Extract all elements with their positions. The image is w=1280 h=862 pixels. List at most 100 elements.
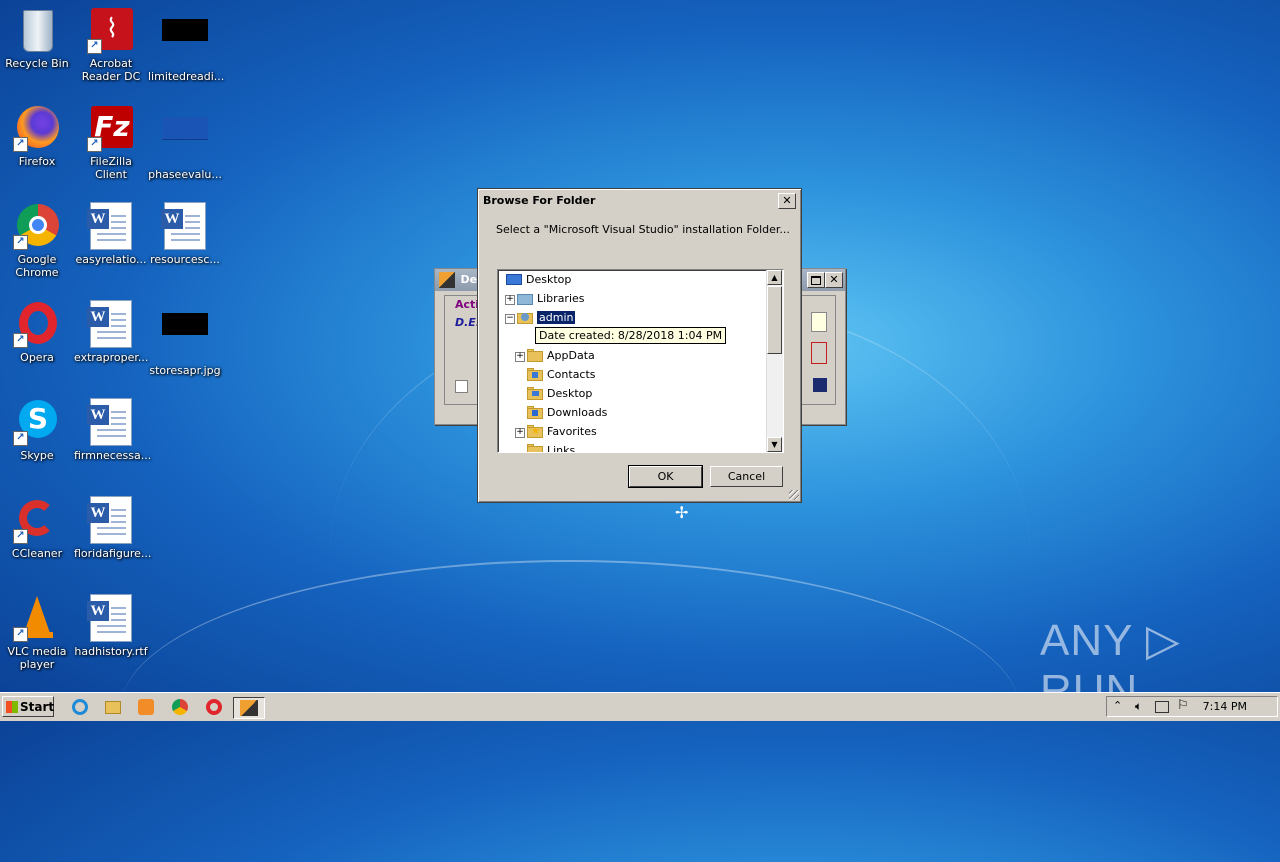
- maximize-button[interactable]: [807, 272, 825, 288]
- network-icon[interactable]: [1155, 701, 1169, 713]
- desktop-icon-label: Firefox: [18, 155, 56, 168]
- tree-item-admin[interactable]: admin: [517, 308, 576, 327]
- desktop-icon-acrobat[interactable]: ⌇ ↗ Acrobat Reader DC: [74, 6, 148, 83]
- word-document-icon: W: [87, 398, 135, 446]
- desktop-icon-word-doc[interactable]: W firmnecessa...: [74, 398, 152, 462]
- tree-scrollbar[interactable]: ▲ ▼: [766, 270, 783, 452]
- button[interactable]: [811, 342, 827, 364]
- folder-icon: [527, 349, 543, 362]
- word-document-icon: W: [87, 300, 135, 348]
- tree-item-user-desktop[interactable]: Desktop: [527, 384, 592, 403]
- close-icon[interactable]: ✕: [825, 272, 843, 288]
- tab-label[interactable]: Acti: [455, 298, 479, 311]
- tree-item-label: Favorites: [547, 425, 597, 438]
- desktop-icon-label: Recycle Bin: [5, 57, 69, 70]
- volume-icon[interactable]: 🔈︎: [1135, 699, 1142, 714]
- desktop-icon-label: FileZilla Client: [90, 155, 132, 181]
- running-app-button[interactable]: [233, 697, 265, 719]
- desktop-icon: [506, 274, 522, 286]
- desktop-icon-label: CCleaner: [11, 547, 63, 560]
- tree-item-links[interactable]: Links: [527, 441, 576, 453]
- desktop-icon-word-doc[interactable]: W resourcesc...: [148, 202, 222, 266]
- desktop-icon-google-chrome[interactable]: ↗ Google Chrome: [0, 202, 74, 279]
- ie-icon[interactable]: [70, 697, 90, 717]
- word-document-icon: W: [87, 496, 135, 544]
- desktop-icon-opera[interactable]: ↗ Opera: [0, 300, 74, 364]
- tree-item-appdata[interactable]: AppData: [527, 346, 595, 365]
- desktop-icon-word-doc[interactable]: W easyrelatio...: [74, 202, 148, 266]
- taskbar: Start ⌃ 🔈︎ ⚐ 7:14 PM: [0, 692, 1280, 721]
- desktop-icon-storesapr[interactable]: storesapr.jpg: [148, 300, 222, 377]
- show-hidden-icons-icon[interactable]: ⌃: [1113, 699, 1122, 712]
- expand-icon[interactable]: +: [505, 295, 515, 305]
- media-player-icon[interactable]: [136, 697, 156, 717]
- scroll-up-icon[interactable]: ▲: [767, 270, 782, 285]
- folder-icon: [527, 444, 543, 452]
- desktop-icon-word-doc[interactable]: W floridafigure...: [74, 496, 152, 560]
- desktop-icon-recycle-bin[interactable]: Recycle Bin: [0, 6, 74, 70]
- explorer-icon[interactable]: [103, 697, 123, 717]
- desktop-icon-phaseevalu[interactable]: phaseevalu...: [148, 104, 222, 181]
- desktop-icon-skype[interactable]: S ↗ Skype: [0, 398, 74, 462]
- text-field[interactable]: [811, 312, 827, 332]
- contacts-folder-icon: [527, 368, 543, 381]
- desktop-icon-word-doc[interactable]: W hadhistory.rtf: [74, 594, 148, 658]
- cancel-button[interactable]: Cancel: [710, 466, 783, 487]
- desktop-icon-vlc[interactable]: ↗ VLC media player: [0, 594, 74, 671]
- desktop-icon-label: Opera: [20, 351, 54, 364]
- resize-grip-icon[interactable]: [789, 490, 799, 500]
- desktop-icon-firefox[interactable]: ↗ Firefox: [0, 104, 74, 168]
- desktop-icon-label: floridafigure...: [74, 547, 152, 560]
- action-center-flag-icon[interactable]: ⚐: [1177, 698, 1189, 713]
- tree-item-contacts[interactable]: Contacts: [527, 365, 596, 384]
- expand-icon[interactable]: +: [515, 428, 525, 438]
- libraries-icon: [517, 293, 533, 305]
- desktop-icon-filezilla[interactable]: Fz ↗ FileZilla Client: [74, 104, 148, 181]
- tree-item-label: Contacts: [547, 368, 596, 381]
- desktop-icon-label: storesapr.jpg: [149, 364, 221, 377]
- desktop-icon-label: resourcesc...: [150, 253, 220, 266]
- desktop-icon-ccleaner[interactable]: ↗ CCleaner: [0, 496, 74, 560]
- start-label: Start: [20, 700, 55, 714]
- desktop-icon-label: Skype: [20, 449, 54, 462]
- desktop-icon-label: firmnecessa...: [74, 449, 152, 462]
- tree-item-favorites[interactable]: ★ Favorites: [527, 422, 597, 441]
- scroll-down-icon[interactable]: ▼: [767, 437, 782, 452]
- windows-logo-icon: [6, 701, 18, 713]
- collapse-icon[interactable]: −: [505, 314, 515, 324]
- scroll-thumb[interactable]: [767, 286, 782, 354]
- desktop-icon-label: easyrelatio...: [75, 253, 147, 266]
- clock[interactable]: 7:14 PM: [1203, 697, 1247, 716]
- folder-tree[interactable]: Desktop + Libraries − admin + AppData Co…: [497, 269, 784, 453]
- tree-item-libraries[interactable]: Libraries: [517, 289, 585, 308]
- desktop-icon-label: phaseevalu...: [148, 168, 222, 181]
- expand-icon[interactable]: +: [515, 352, 525, 362]
- tree-item-label: Downloads: [547, 406, 608, 419]
- browse-for-folder-dialog[interactable]: Browse For Folder ✕ Select a "Microsoft …: [477, 188, 802, 503]
- desktop-folder-icon: [527, 387, 543, 400]
- word-document-icon: W: [87, 594, 135, 642]
- chrome-taskbar-icon[interactable]: [170, 697, 190, 717]
- user-folder-icon: [517, 312, 533, 324]
- checkbox[interactable]: [455, 380, 468, 393]
- sparkle-icon: ✢: [675, 503, 689, 522]
- tree-item-downloads[interactable]: Downloads: [527, 403, 607, 422]
- close-button[interactable]: ✕: [778, 193, 796, 209]
- black-thumbnail-icon: [161, 19, 209, 67]
- desktop-icon-word-doc[interactable]: W extraproper...: [74, 300, 148, 364]
- tree-item-desktop[interactable]: Desktop: [506, 270, 571, 289]
- dialog-titlebar[interactable]: Browse For Folder ✕: [481, 192, 798, 210]
- desktop-icon-limitedreadi[interactable]: limitedreadi...: [148, 6, 224, 83]
- opera-taskbar-icon[interactable]: [204, 697, 224, 717]
- start-button[interactable]: Start: [2, 696, 54, 717]
- recycle-bin-icon: [13, 6, 61, 54]
- opera-icon: ↗: [13, 300, 61, 348]
- desktop-icon-label: VLC media player: [7, 645, 67, 671]
- firefox-icon: ↗: [13, 104, 61, 152]
- app-icon: [439, 272, 455, 288]
- desktop-icon-label: extraproper...: [74, 351, 149, 364]
- tree-item-label: Links: [547, 444, 576, 453]
- dialog-instruction: Select a "Microsoft Visual Studio" insta…: [496, 223, 790, 236]
- ok-button[interactable]: OK: [628, 465, 703, 488]
- desktop-icon-label: Acrobat Reader DC: [81, 57, 141, 83]
